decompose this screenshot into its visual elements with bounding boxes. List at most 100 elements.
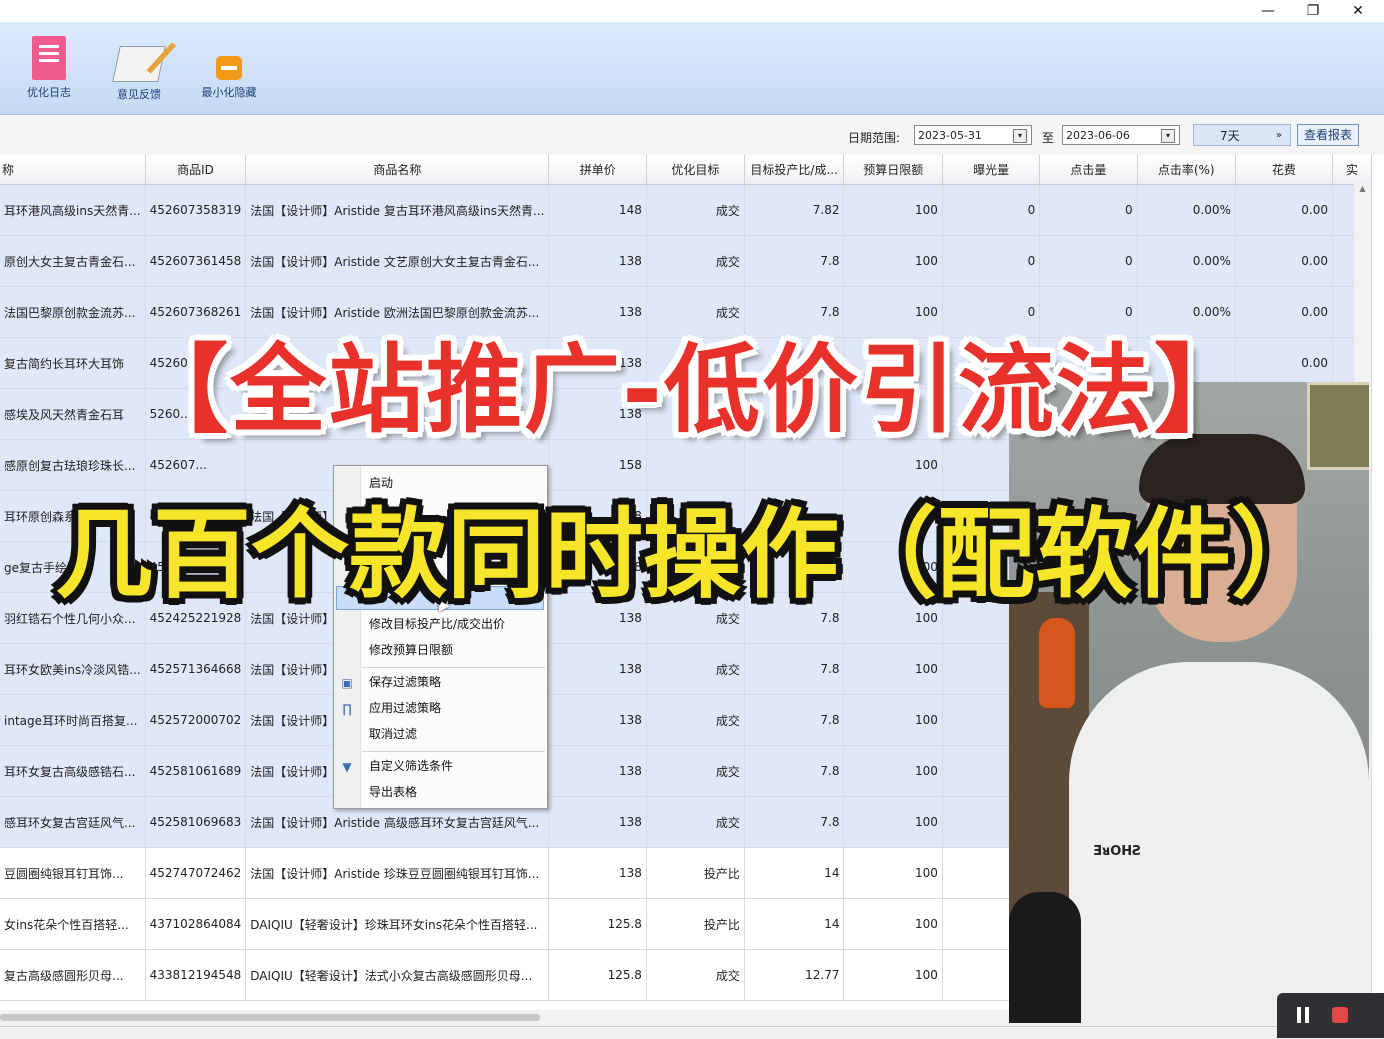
table-cell: 100 xyxy=(843,847,943,899)
save-disk-icon: ▣ xyxy=(341,676,353,690)
view-report-button[interactable]: 查看报表 xyxy=(1297,124,1359,146)
table-cell: 437102864084 xyxy=(145,898,247,950)
status-bar xyxy=(0,1026,1384,1039)
column-header[interactable]: 点击率(%) xyxy=(1137,155,1236,185)
overlay-title-line1: 【全站推广-低价引流法】 xyxy=(132,334,1252,446)
menu-item-cancel-filter[interactable]: 取消过滤 xyxy=(369,725,417,742)
table-cell: 女ins花朵个性百搭轻... xyxy=(0,898,146,950)
minimize-hide-label: 最小化隐藏 xyxy=(201,86,257,99)
column-header[interactable]: 商品ID xyxy=(145,155,247,185)
table-cell: 投产比 xyxy=(646,898,745,950)
period-select[interactable]: 7天 » xyxy=(1193,124,1291,146)
window-titlebar: — ❐ ✕ xyxy=(0,0,1384,22)
table-cell: 0.00% xyxy=(1137,184,1236,236)
table-cell: 138 xyxy=(548,847,647,899)
table-cell: 138 xyxy=(548,745,647,797)
table-cell: 成交 xyxy=(646,643,745,695)
menu-item-export-table[interactable]: 导出表格 xyxy=(369,783,417,800)
column-header[interactable]: 优化目标 xyxy=(646,155,745,185)
table-cell: 0 xyxy=(942,184,1041,236)
menu-item-save-filter[interactable]: 保存过滤策略 xyxy=(369,673,441,690)
table-cell: 7.8 xyxy=(744,694,845,746)
presenter-body xyxy=(1069,662,1369,1023)
table-cell: 138 xyxy=(548,796,647,848)
table-cell: DAIQIU【轻奢设计】珍珠耳环女ins花朵个性百搭轻... xyxy=(245,898,550,950)
start-date-picker[interactable]: 2023-05-31 ▾ xyxy=(914,125,1032,145)
table-cell: DAIQIU【轻奢设计】法式小众复古高级感圆形贝母... xyxy=(245,949,550,1001)
table-cell: 0.00% xyxy=(1137,235,1236,287)
webcam-video: ƎᴚOHƧ xyxy=(1009,382,1369,1023)
table-cell: 法国【设计师】Aristide 文艺原创大女主复古青金石... xyxy=(245,235,550,287)
end-date-picker[interactable]: 2023-06-06 ▾ xyxy=(1062,125,1180,145)
microphone xyxy=(1009,892,1081,1023)
table-cell: 7.8 xyxy=(744,235,845,287)
table-cell: 0 xyxy=(1039,235,1138,287)
table-row[interactable]: 耳环港风高级ins天然青... 452607358319 法国【设计师】Aristi… xyxy=(0,184,1372,236)
minimize-hide-button[interactable]: 最小化隐藏 xyxy=(193,36,265,100)
menu-separator xyxy=(362,667,545,668)
table-cell: 138 xyxy=(548,643,647,695)
table-cell: 成交 xyxy=(646,745,745,797)
table-cell: 法国【设计师】Aristide 珍珠豆豆圆圈纯银耳钉耳饰... xyxy=(245,847,550,899)
table-cell: 投产比 xyxy=(646,847,745,899)
column-header[interactable]: 点击量 xyxy=(1039,155,1138,185)
scroll-up-arrow-icon[interactable]: ▲ xyxy=(1354,184,1371,193)
table-cell: 7.8 xyxy=(744,643,845,695)
minimize-icon xyxy=(216,56,242,80)
table-cell: 100 xyxy=(843,235,943,287)
column-header[interactable]: 商品名称 xyxy=(245,155,550,185)
table-cell: 0 xyxy=(942,235,1041,287)
table-cell: 125.8 xyxy=(548,949,647,1001)
overlay-title-line2: 几百个款同时操作（配软件） xyxy=(54,498,1329,612)
table-cell: 14 xyxy=(744,847,845,899)
table-cell: 成交 xyxy=(646,235,745,287)
column-header[interactable]: 目标投产比/成... xyxy=(744,155,845,185)
optimize-log-button[interactable]: 优化日志 xyxy=(13,36,85,100)
table-cell: 138 xyxy=(548,694,647,746)
feedback-label: 意见反馈 xyxy=(117,88,161,101)
date-range-label: 日期范围: xyxy=(848,131,901,145)
pause-icon[interactable] xyxy=(1305,1007,1309,1023)
menu-item-custom-filter[interactable]: 自定义筛选条件 xyxy=(369,757,453,774)
table-cell: 0.00 xyxy=(1235,235,1333,287)
table-cell: 原创大女主复古青金石... xyxy=(0,235,146,287)
horizontal-scroll-thumb[interactable] xyxy=(0,1014,540,1021)
column-header[interactable]: 称 xyxy=(0,155,146,185)
table-cell: 452571364668 xyxy=(145,643,247,695)
calendar-icon[interactable]: ▾ xyxy=(1161,129,1175,143)
menu-item-start[interactable]: 启动 xyxy=(369,474,393,491)
calendar-icon[interactable]: ▾ xyxy=(1013,129,1027,143)
table-cell: 452581069683 xyxy=(145,796,247,848)
menu-item-apply-filter[interactable]: 应用过滤策略 xyxy=(369,699,441,716)
notepad-pencil-icon xyxy=(112,46,166,82)
table-cell: 138 xyxy=(548,235,647,287)
menu-item-edit-daily-budget[interactable]: 修改预算日限额 xyxy=(369,641,453,658)
table-cell: 法国【设计师】Aristide 复古耳环港风高级ins天然青... xyxy=(245,184,550,236)
column-header[interactable]: 曝光量 xyxy=(942,155,1041,185)
table-cell: 7.82 xyxy=(744,184,845,236)
column-header[interactable]: 拼单价 xyxy=(548,155,647,185)
column-header[interactable]: 花费 xyxy=(1235,155,1333,185)
shirt-logo: ƎᴚOHƧ xyxy=(1093,844,1142,859)
feedback-button[interactable]: 意见反馈 xyxy=(103,36,175,102)
table-cell: 452747072462 xyxy=(145,847,247,899)
stop-record-icon[interactable] xyxy=(1332,1007,1348,1023)
table-row[interactable]: 原创大女主复古青金石... 452607361458 法国【设计师】Aristide… xyxy=(0,235,1372,287)
restore-window-button[interactable]: ❐ xyxy=(1298,2,1328,20)
table-cell: 耳环女欧美ins冷淡风锆... xyxy=(0,643,146,695)
table-cell: 125.8 xyxy=(548,898,647,950)
minimize-window-button[interactable]: — xyxy=(1253,2,1283,20)
table-cell: intage耳环时尚百搭复... xyxy=(0,694,146,746)
pause-icon[interactable] xyxy=(1297,1007,1301,1023)
column-header[interactable]: 实 xyxy=(1332,155,1372,185)
table-cell: 14 xyxy=(744,898,845,950)
table-cell: 452607358319 xyxy=(145,184,247,236)
to-label: 至 xyxy=(1042,131,1055,145)
table-cell: 100 xyxy=(843,745,943,797)
close-window-button[interactable]: ✕ xyxy=(1343,2,1373,20)
period-value: 7天 xyxy=(1220,129,1240,143)
column-header[interactable]: 预算日限额 xyxy=(843,155,943,185)
table-cell: 100 xyxy=(843,796,943,848)
table-cell: 耳环女复古高级感锆石... xyxy=(0,745,146,797)
table-cell: 0.00 xyxy=(1235,184,1333,236)
